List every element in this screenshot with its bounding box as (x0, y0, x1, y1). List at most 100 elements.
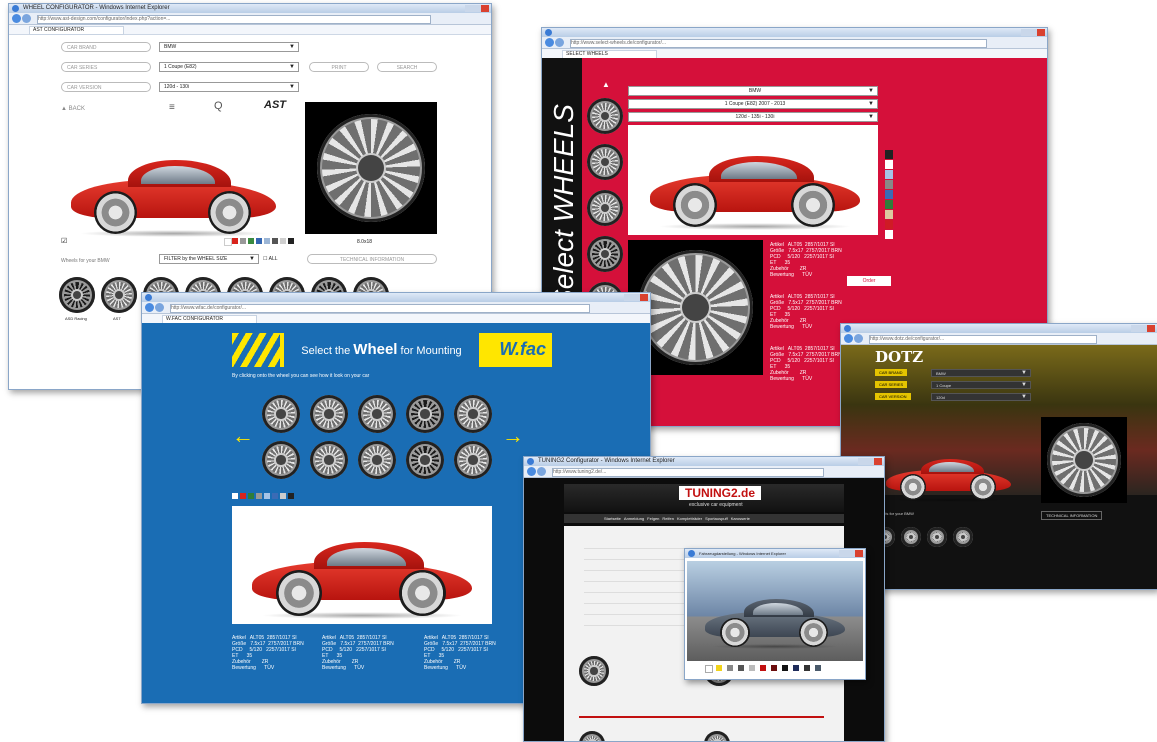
forward-icon[interactable] (155, 303, 164, 312)
swatch-white[interactable] (224, 238, 232, 246)
search-button[interactable]: SEARCH (377, 62, 437, 72)
swatch-green[interactable] (248, 238, 254, 244)
forward-icon[interactable] (555, 38, 564, 47)
back-icon[interactable] (844, 334, 853, 343)
wheel-option-3[interactable] (587, 190, 623, 226)
swatch-black[interactable] (782, 665, 788, 671)
wheel-size-filter[interactable]: FILTER by the WHEEL SIZE (159, 254, 259, 264)
menu-item-exhaust[interactable]: Sportauspuff (705, 514, 728, 523)
wheel-option-1[interactable] (579, 656, 609, 686)
menu-car-series[interactable]: CAR SERIES (875, 381, 908, 388)
car-brand-field[interactable]: CAR BRAND (61, 42, 151, 52)
swatch-lightblue[interactable] (264, 493, 270, 499)
menu-item-complete-wheels[interactable]: Kompletträder (677, 514, 702, 523)
url-field[interactable]: http://www.dotz.de/configurator/... (869, 335, 1097, 344)
order-button[interactable]: Order (847, 276, 891, 286)
swatch-red[interactable] (240, 493, 246, 499)
checkbox-icon[interactable]: ☑ (61, 237, 67, 245)
scroll-up-icon[interactable]: ▲ (602, 80, 610, 89)
version-select[interactable]: 120d - 135i - 130i (628, 112, 878, 122)
next-arrow[interactable]: → (502, 423, 524, 449)
wheel-option-3[interactable] (358, 395, 396, 433)
swatch-grey[interactable] (885, 180, 893, 189)
car-series-field[interactable]: CAR SERIES (61, 62, 151, 72)
swatch-white[interactable] (885, 160, 893, 169)
swatch-lightblue[interactable] (264, 238, 270, 244)
swatch-silver[interactable] (280, 493, 286, 499)
popup-controls[interactable] (839, 550, 863, 557)
car-version-select[interactable]: 120d - 130i (159, 82, 299, 92)
url-field[interactable]: http://www.wfac.de/configurator/... (170, 304, 590, 313)
window-controls[interactable] (465, 5, 489, 12)
wheel-option-10[interactable] (454, 441, 492, 479)
version-select[interactable]: 120d (931, 393, 1031, 401)
list-icon[interactable]: ≡ (169, 102, 175, 113)
wheel-option-3[interactable] (927, 527, 947, 547)
swatch-green[interactable] (885, 200, 893, 209)
menu-item-bodywork[interactable]: Karosserie (731, 514, 750, 523)
wheel-option-3[interactable] (579, 731, 605, 741)
wheel-option-5[interactable] (454, 395, 492, 433)
swatch-darkred[interactable] (771, 665, 777, 671)
back-icon[interactable] (12, 14, 21, 23)
swatch-grey[interactable] (240, 238, 246, 244)
wheel-option-2[interactable] (310, 395, 348, 433)
wheel-option-2[interactable] (101, 277, 137, 313)
back-icon[interactable] (145, 303, 154, 312)
series-select[interactable]: 1 Coupe (E82) 2007 - 2013 (628, 99, 878, 109)
menu-item-home[interactable]: Startseite (604, 514, 621, 523)
swatch-darkgrey[interactable] (738, 665, 744, 671)
swatch-green[interactable] (248, 493, 254, 499)
technical-info-button[interactable]: TECHNICAL INFORMATION (1041, 511, 1103, 520)
url-field[interactable]: http://www.ast-design.com/configurator/i… (37, 15, 431, 24)
swatch-darkgrey[interactable] (272, 238, 278, 244)
wheel-option-6[interactable] (262, 441, 300, 479)
menu-car-version[interactable]: CAR VERSION (875, 393, 911, 400)
all-checkbox[interactable]: ☐ ALL (263, 256, 278, 262)
technical-info-button[interactable]: TECHNICAL INFORMATION (307, 254, 437, 264)
swatch-lightblue[interactable] (885, 170, 893, 179)
swatch-silver[interactable] (280, 238, 286, 244)
wheel-option-8[interactable] (358, 441, 396, 479)
forward-icon[interactable] (537, 467, 546, 476)
swatch-blue[interactable] (272, 493, 278, 499)
swatch-silver[interactable] (749, 665, 755, 671)
back-link[interactable]: ▲ BACK (61, 106, 85, 112)
back-icon[interactable] (527, 467, 536, 476)
wheel-option-1[interactable] (587, 98, 623, 134)
swatch-red[interactable] (885, 220, 893, 229)
swatch-grey[interactable] (256, 493, 262, 499)
wheel-option-1[interactable] (59, 277, 95, 313)
car-brand-select[interactable]: BMW (159, 42, 299, 52)
swatch-white[interactable] (232, 493, 238, 499)
series-select[interactable]: 1 Coupe (931, 381, 1031, 389)
swatch-red[interactable] (232, 238, 238, 244)
wheel-option-7[interactable] (310, 441, 348, 479)
wheel-option-4[interactable] (587, 236, 623, 272)
car-version-field[interactable]: CAR VERSION (61, 82, 151, 92)
swatch-blue[interactable] (256, 238, 262, 244)
wheel-option-4[interactable] (704, 731, 730, 741)
swatch-grey[interactable] (727, 665, 733, 671)
back-icon[interactable] (545, 38, 554, 47)
swatch-charcoal[interactable] (804, 665, 810, 671)
swatch-red[interactable] (760, 665, 766, 671)
brand-select[interactable]: BMW (931, 369, 1031, 377)
swatch-white[interactable] (705, 665, 713, 673)
zoom-icon[interactable]: Q (214, 100, 223, 112)
swatch-white-2[interactable] (885, 230, 893, 239)
wheel-option-9[interactable] (406, 441, 444, 479)
wheel-option-2[interactable] (901, 527, 921, 547)
prev-arrow[interactable]: ← (232, 423, 254, 449)
print-button[interactable]: PRINT (309, 62, 369, 72)
swatch-black[interactable] (885, 150, 893, 159)
wheel-option-4[interactable] (406, 395, 444, 433)
menu-item-tyres[interactable]: Reifen (662, 514, 674, 523)
car-series-select[interactable]: 1 Coupe (E82) (159, 62, 299, 72)
swatch-yellow[interactable] (716, 665, 722, 671)
window-controls[interactable] (858, 458, 882, 465)
forward-icon[interactable] (22, 14, 31, 23)
wheel-option-1[interactable] (262, 395, 300, 433)
menu-item-rims[interactable]: Felgen (647, 514, 659, 523)
window-controls[interactable] (624, 294, 648, 301)
